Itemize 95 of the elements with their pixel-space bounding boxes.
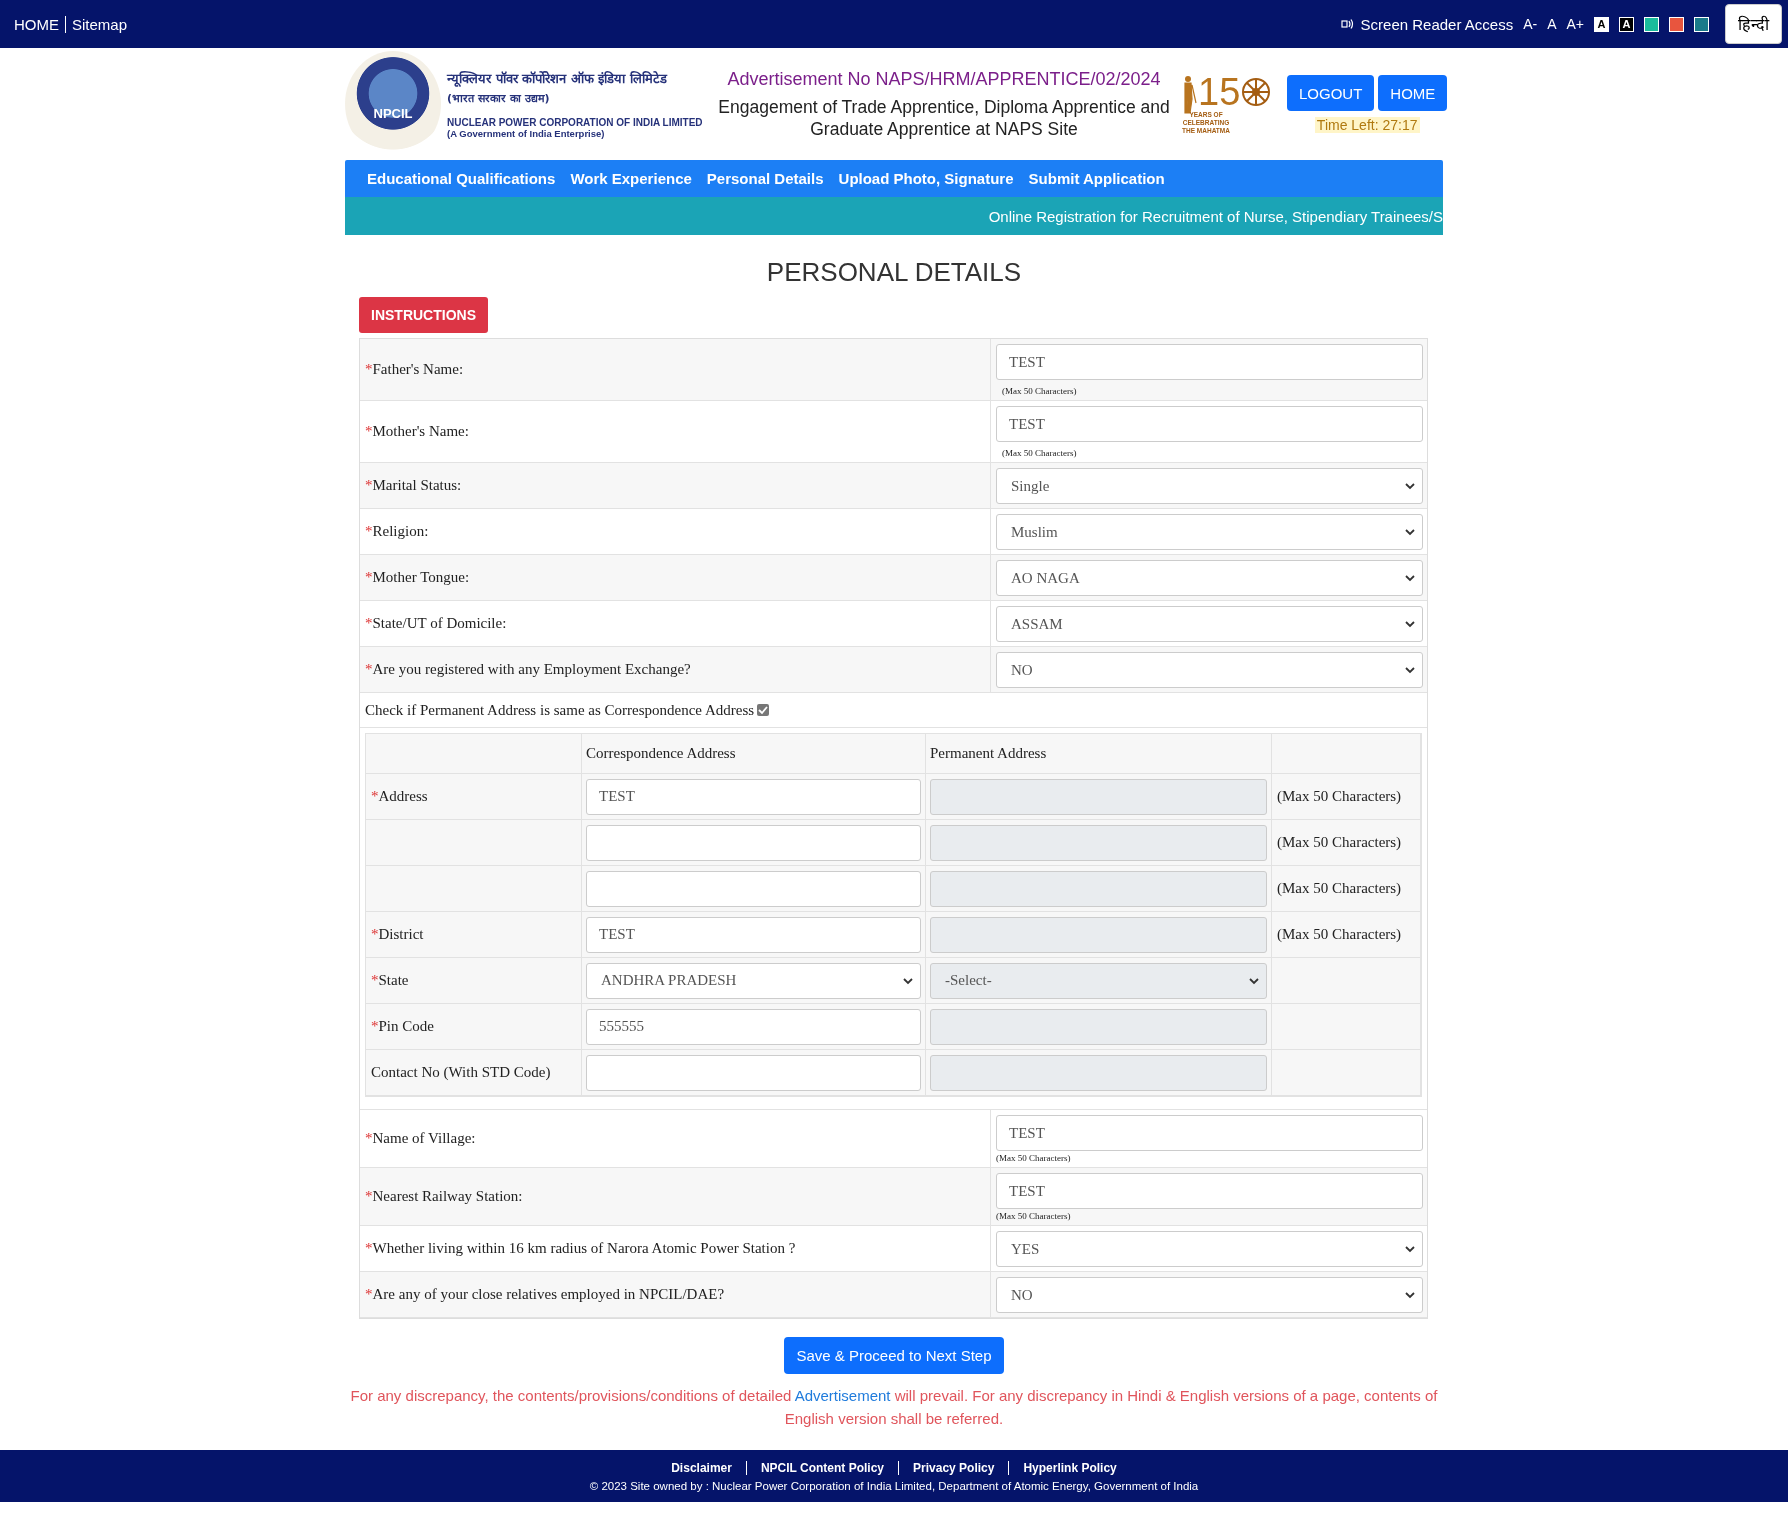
instructions-button[interactable]: INSTRUCTIONS <box>359 297 488 333</box>
disclaimer-text: For any discrepancy, the contents/provisions/conditions of detailed Advertisement will prevail. For any discrepancy in Hindi & English versions of a page, contents of English version shall be referred. <box>349 1386 1439 1429</box>
nav-link[interactable]: Personal Details <box>706 170 824 187</box>
dropdown[interactable]: YES <box>996 1231 1423 1267</box>
chevron-down-icon <box>1404 480 1416 492</box>
hint-text: (Max 50 Characters) <box>996 1211 1072 1221</box>
note-text: (Max 50 Characters) <box>1277 880 1402 897</box>
wheel-icon <box>1240 76 1273 108</box>
dropdown[interactable]: Single <box>996 468 1423 504</box>
theme-swatch[interactable] <box>1694 16 1709 32</box>
chevron-down-icon <box>1404 526 1416 538</box>
time-left: Time Left: 27:17 <box>1314 117 1420 133</box>
column-header: Correspondence Address <box>582 734 926 774</box>
input-field[interactable]: 555555 <box>586 1008 921 1045</box>
dropdown[interactable]: AO NAGA <box>996 560 1423 596</box>
input-field[interactable]: TEST <box>586 916 921 953</box>
theme-swatch[interactable] <box>1669 16 1684 32</box>
note-text: (Max 50 Characters) <box>1277 834 1402 851</box>
chevron-down-icon <box>1404 1289 1416 1301</box>
chevron-down-icon <box>1404 664 1416 676</box>
dropdown[interactable]: ANDHRA PRADESH <box>586 962 921 999</box>
font-size-button[interactable]: A- <box>1523 16 1538 32</box>
note-text: (Max 50 Characters) <box>1277 788 1402 805</box>
screen-reader-link[interactable]: Screen Reader Access <box>1340 15 1514 33</box>
column-header: Permanent Address <box>926 734 1272 774</box>
field-label: Contact No (With STD Code) <box>371 1064 551 1081</box>
advertisement-link[interactable]: Advertisement <box>794 1387 891 1404</box>
footer-link[interactable]: Hyperlink Policy <box>1008 1460 1131 1475</box>
checkmark-icon <box>757 704 770 716</box>
input-field[interactable]: TEST <box>996 344 1423 380</box>
logo-text: NPCIL <box>373 105 413 121</box>
ticker-text: Online Registration for Recruitment of Nurse, Stipendiary Trainees/S <box>988 207 1443 225</box>
dropdown[interactable]: Muslim <box>996 514 1423 550</box>
dropdown[interactable]: NO <box>996 652 1423 688</box>
chevron-down-icon <box>1404 572 1416 584</box>
field-label: *Name of Village: <box>365 1130 476 1147</box>
org-name: NUCLEAR POWER CORPORATION OF INDIA LIMITED <box>447 117 703 128</box>
field-label: *Mother's Name: <box>365 423 469 440</box>
engagement-title: Engagement of Trade Apprentice, Diploma Apprentice and Graduate Apprentice at NAPS Site <box>717 95 1171 140</box>
save-button[interactable]: Save & Proceed to Next Step <box>784 1337 1004 1374</box>
input-field[interactable] <box>586 824 921 861</box>
speaker-icon <box>1340 18 1355 30</box>
field-label: *Marital Status: <box>365 477 462 494</box>
chevron-down-icon <box>1404 1243 1416 1255</box>
field-label: *State/UT of Domicile: <box>365 615 507 632</box>
field-label: *Father's Name: <box>365 361 464 378</box>
hint-text: (Max 50 Characters) <box>1002 386 1078 396</box>
input-field[interactable] <box>586 1054 921 1091</box>
dropdown[interactable]: ASSAM <box>996 606 1423 642</box>
nav-link[interactable]: Submit Application <box>1028 170 1165 187</box>
dropdown[interactable]: NO <box>996 1277 1423 1313</box>
checkbox[interactable] <box>757 704 770 716</box>
copyright-text: © 2023 Site owned by : Nuclear Power Corporation of India Limited, Department of Atomic Energy, Government of India <box>589 1479 1199 1492</box>
font-size-button[interactable]: A+ <box>1566 16 1584 32</box>
header-button[interactable]: LOGOUT <box>1287 75 1375 111</box>
input-field[interactable]: TEST <box>996 1115 1423 1151</box>
note-text: (Max 50 Characters) <box>1277 926 1402 943</box>
input-field[interactable]: TEST <box>996 1173 1423 1209</box>
footer-link[interactable]: Disclaimer <box>657 1460 746 1475</box>
advertisement-number: Advertisement No NAPS/HRM/APPRENTICE/02/2024 <box>726 68 1162 90</box>
hint-text: (Max 50 Characters) <box>1002 448 1078 458</box>
footer-link[interactable]: NPCIL Content Policy <box>745 1460 899 1475</box>
field-label: *Whether living within 16 km radius of Narora Atomic Power Station ? <box>365 1240 796 1257</box>
field-label: *Nearest Railway Station: <box>365 1188 523 1205</box>
top-link[interactable]: HOME <box>14 15 66 33</box>
field-label: *Are you registered with any Employment Exchange? <box>365 661 691 678</box>
org-subtitle: (A Government of India Enterprise) <box>447 128 606 139</box>
org-name-hindi: न्यूक्लियर पॉवर कॉर्पोरेशन ऑफ इंडिया लिमिटेड <box>447 70 669 87</box>
field-label: *District <box>371 926 424 943</box>
field-label: *Mother Tongue: <box>365 569 470 586</box>
footer-link[interactable]: Privacy Policy <box>898 1460 1009 1475</box>
field-label: *Pin Code <box>371 1018 434 1035</box>
font-size-button[interactable]: A <box>1547 16 1557 32</box>
nav-link[interactable]: Educational Qualifications <box>367 170 556 187</box>
field-label: *State <box>371 972 409 989</box>
header-button[interactable]: HOME <box>1378 75 1448 111</box>
input-field[interactable] <box>586 870 921 907</box>
input-field[interactable]: TEST <box>996 406 1423 442</box>
nav-link[interactable]: Work Experience <box>570 170 692 187</box>
page-title: PERSONAL DETAILS <box>765 257 1023 287</box>
nav-link[interactable]: Upload Photo, Signature <box>838 170 1014 187</box>
top-link[interactable]: Sitemap <box>66 15 134 33</box>
input-field[interactable]: TEST <box>586 778 921 815</box>
field-label: *Address <box>371 788 428 805</box>
anniversary-number: 15 <box>1198 73 1241 111</box>
field-label: *Are any of your close relatives employed in NPCIL/DAE? <box>365 1286 725 1303</box>
org-subtitle-hindi: (भारत सरकार का उद्यम) <box>447 91 551 105</box>
field-label: *Religion: <box>365 523 429 540</box>
language-button[interactable]: हिन्दी <box>1725 4 1782 44</box>
theme-swatch[interactable] <box>1644 16 1659 32</box>
checkbox-label: Check if Permanent Address is same as Correspondence Address <box>365 701 755 719</box>
theme-swatch[interactable]: A <box>1619 16 1634 32</box>
chevron-down-icon <box>1404 618 1416 630</box>
hint-text: (Max 50 Characters) <box>996 1153 1072 1163</box>
theme-swatch[interactable]: A <box>1594 16 1609 32</box>
